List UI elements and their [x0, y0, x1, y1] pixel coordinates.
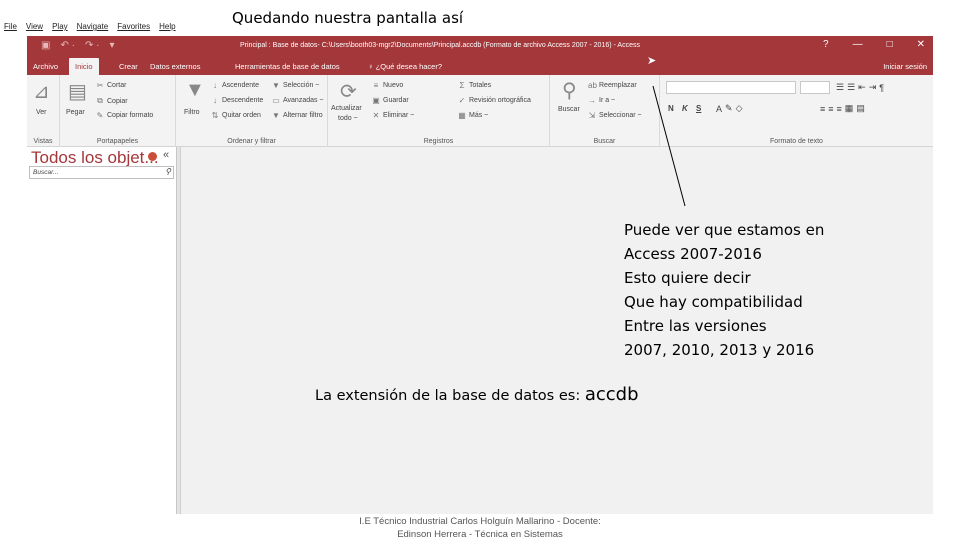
note-line: Puede ver que estamos en	[624, 221, 825, 239]
footer-line: I.E Técnico Industrial Carlos Holguín Ma…	[359, 516, 601, 527]
slide-footer: I.E Técnico Industrial Carlos Holguín Ma…	[0, 515, 960, 541]
note-line: 2007, 2010, 2013 y 2016	[624, 341, 815, 359]
extension-prefix: La extensión de la base de datos es:	[315, 388, 585, 404]
footer-line: Edinson Herrera - Técnica en Sistemas	[397, 529, 563, 540]
note-line: Entre las versiones	[624, 317, 767, 335]
extension-value: accdb	[584, 384, 639, 405]
extension-note: La extensión de la base de datos es: acc…	[315, 384, 639, 405]
mouse-cursor-icon: ➤	[647, 55, 657, 67]
note-line: Que hay compatibilidad	[624, 293, 803, 311]
note-line: Esto quiere decir	[624, 269, 751, 287]
note-line: Access 2007-2016	[624, 245, 762, 263]
compatibility-note: Puede ver que estamos en Access 2007-201…	[624, 218, 824, 362]
